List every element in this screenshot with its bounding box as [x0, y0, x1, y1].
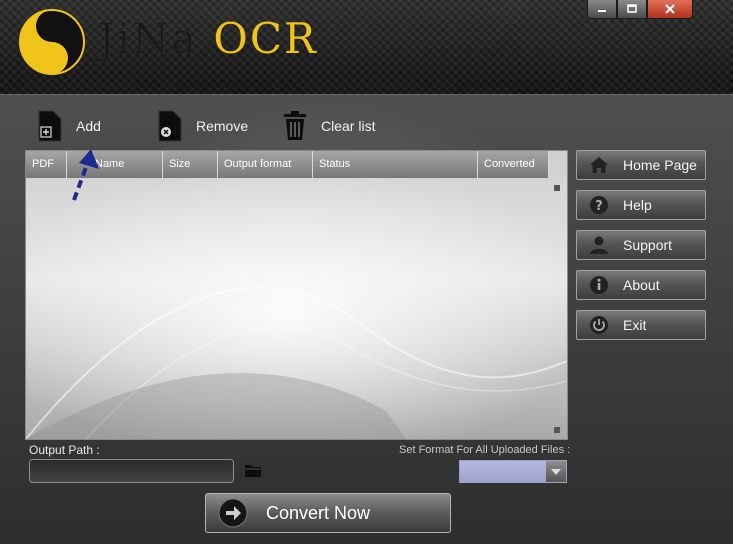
output-path-input[interactable] [29, 459, 234, 483]
nav-home-page[interactable]: Home Page [576, 150, 706, 180]
nav-exit-label: Exit [623, 317, 647, 333]
close-icon [665, 4, 675, 14]
window-controls [587, 0, 693, 19]
power-icon [590, 316, 608, 334]
scroll-handle-top[interactable] [554, 185, 560, 191]
nav-home-page-label: Home Page [623, 157, 697, 173]
close-button[interactable] [647, 0, 693, 19]
set-format-label: Set Format For All Uploaded Files : [399, 444, 571, 456]
remove-label: Remove [196, 118, 249, 134]
pointer-arrow-annotation [72, 149, 99, 201]
nav-support-label: Support [623, 237, 673, 253]
trash-icon [284, 111, 306, 140]
app-window: JiNa OCR Add Remove Clear list PDF Name … [0, 0, 733, 544]
convert-now-label: Convert Now [266, 502, 371, 523]
format-select[interactable] [459, 460, 567, 483]
minimize-icon [598, 10, 606, 12]
svg-text:?: ? [595, 199, 603, 214]
dropdown-arrow[interactable] [546, 461, 566, 482]
nav-about[interactable]: About [576, 270, 706, 300]
maximize-icon [627, 4, 637, 13]
app-title-ocr: OCR [213, 14, 318, 63]
nav-exit[interactable]: Exit [576, 310, 706, 340]
add-file-icon [38, 110, 62, 142]
folder-icon[interactable] [244, 463, 262, 478]
add-label: Add [76, 118, 101, 134]
nav-help-label: Help [623, 197, 652, 213]
decorative-waves [26, 286, 567, 439]
clear-list-button[interactable]: Clear list [283, 110, 375, 142]
nav-about-label: About [623, 277, 660, 293]
remove-button[interactable]: Remove [158, 110, 248, 142]
clear-list-label: Clear list [321, 118, 376, 134]
app-title: JiNa OCR [98, 14, 318, 63]
nav-support[interactable]: Support [576, 230, 706, 260]
convert-now-button[interactable]: Convert Now [205, 493, 451, 533]
file-list-table[interactable]: PDF Name Size Output format Status Conve… [25, 150, 568, 440]
app-title-jina: JiNa [98, 14, 199, 63]
info-icon [590, 276, 608, 294]
arrow-right-icon [218, 498, 248, 528]
minimize-button[interactable] [587, 0, 617, 19]
scroll-handle-bottom[interactable] [554, 427, 560, 433]
person-icon [590, 236, 608, 254]
chevron-down-icon [551, 468, 561, 475]
logo-icon [19, 9, 85, 75]
output-path-label: Output Path : [29, 443, 100, 457]
home-icon [590, 157, 608, 173]
add-button[interactable]: Add [38, 110, 101, 142]
title-bar: JiNa OCR [0, 0, 733, 95]
maximize-button[interactable] [617, 0, 647, 19]
remove-file-icon [158, 110, 182, 142]
nav-help[interactable]: ? Help [576, 190, 706, 220]
question-icon: ? [590, 196, 608, 214]
